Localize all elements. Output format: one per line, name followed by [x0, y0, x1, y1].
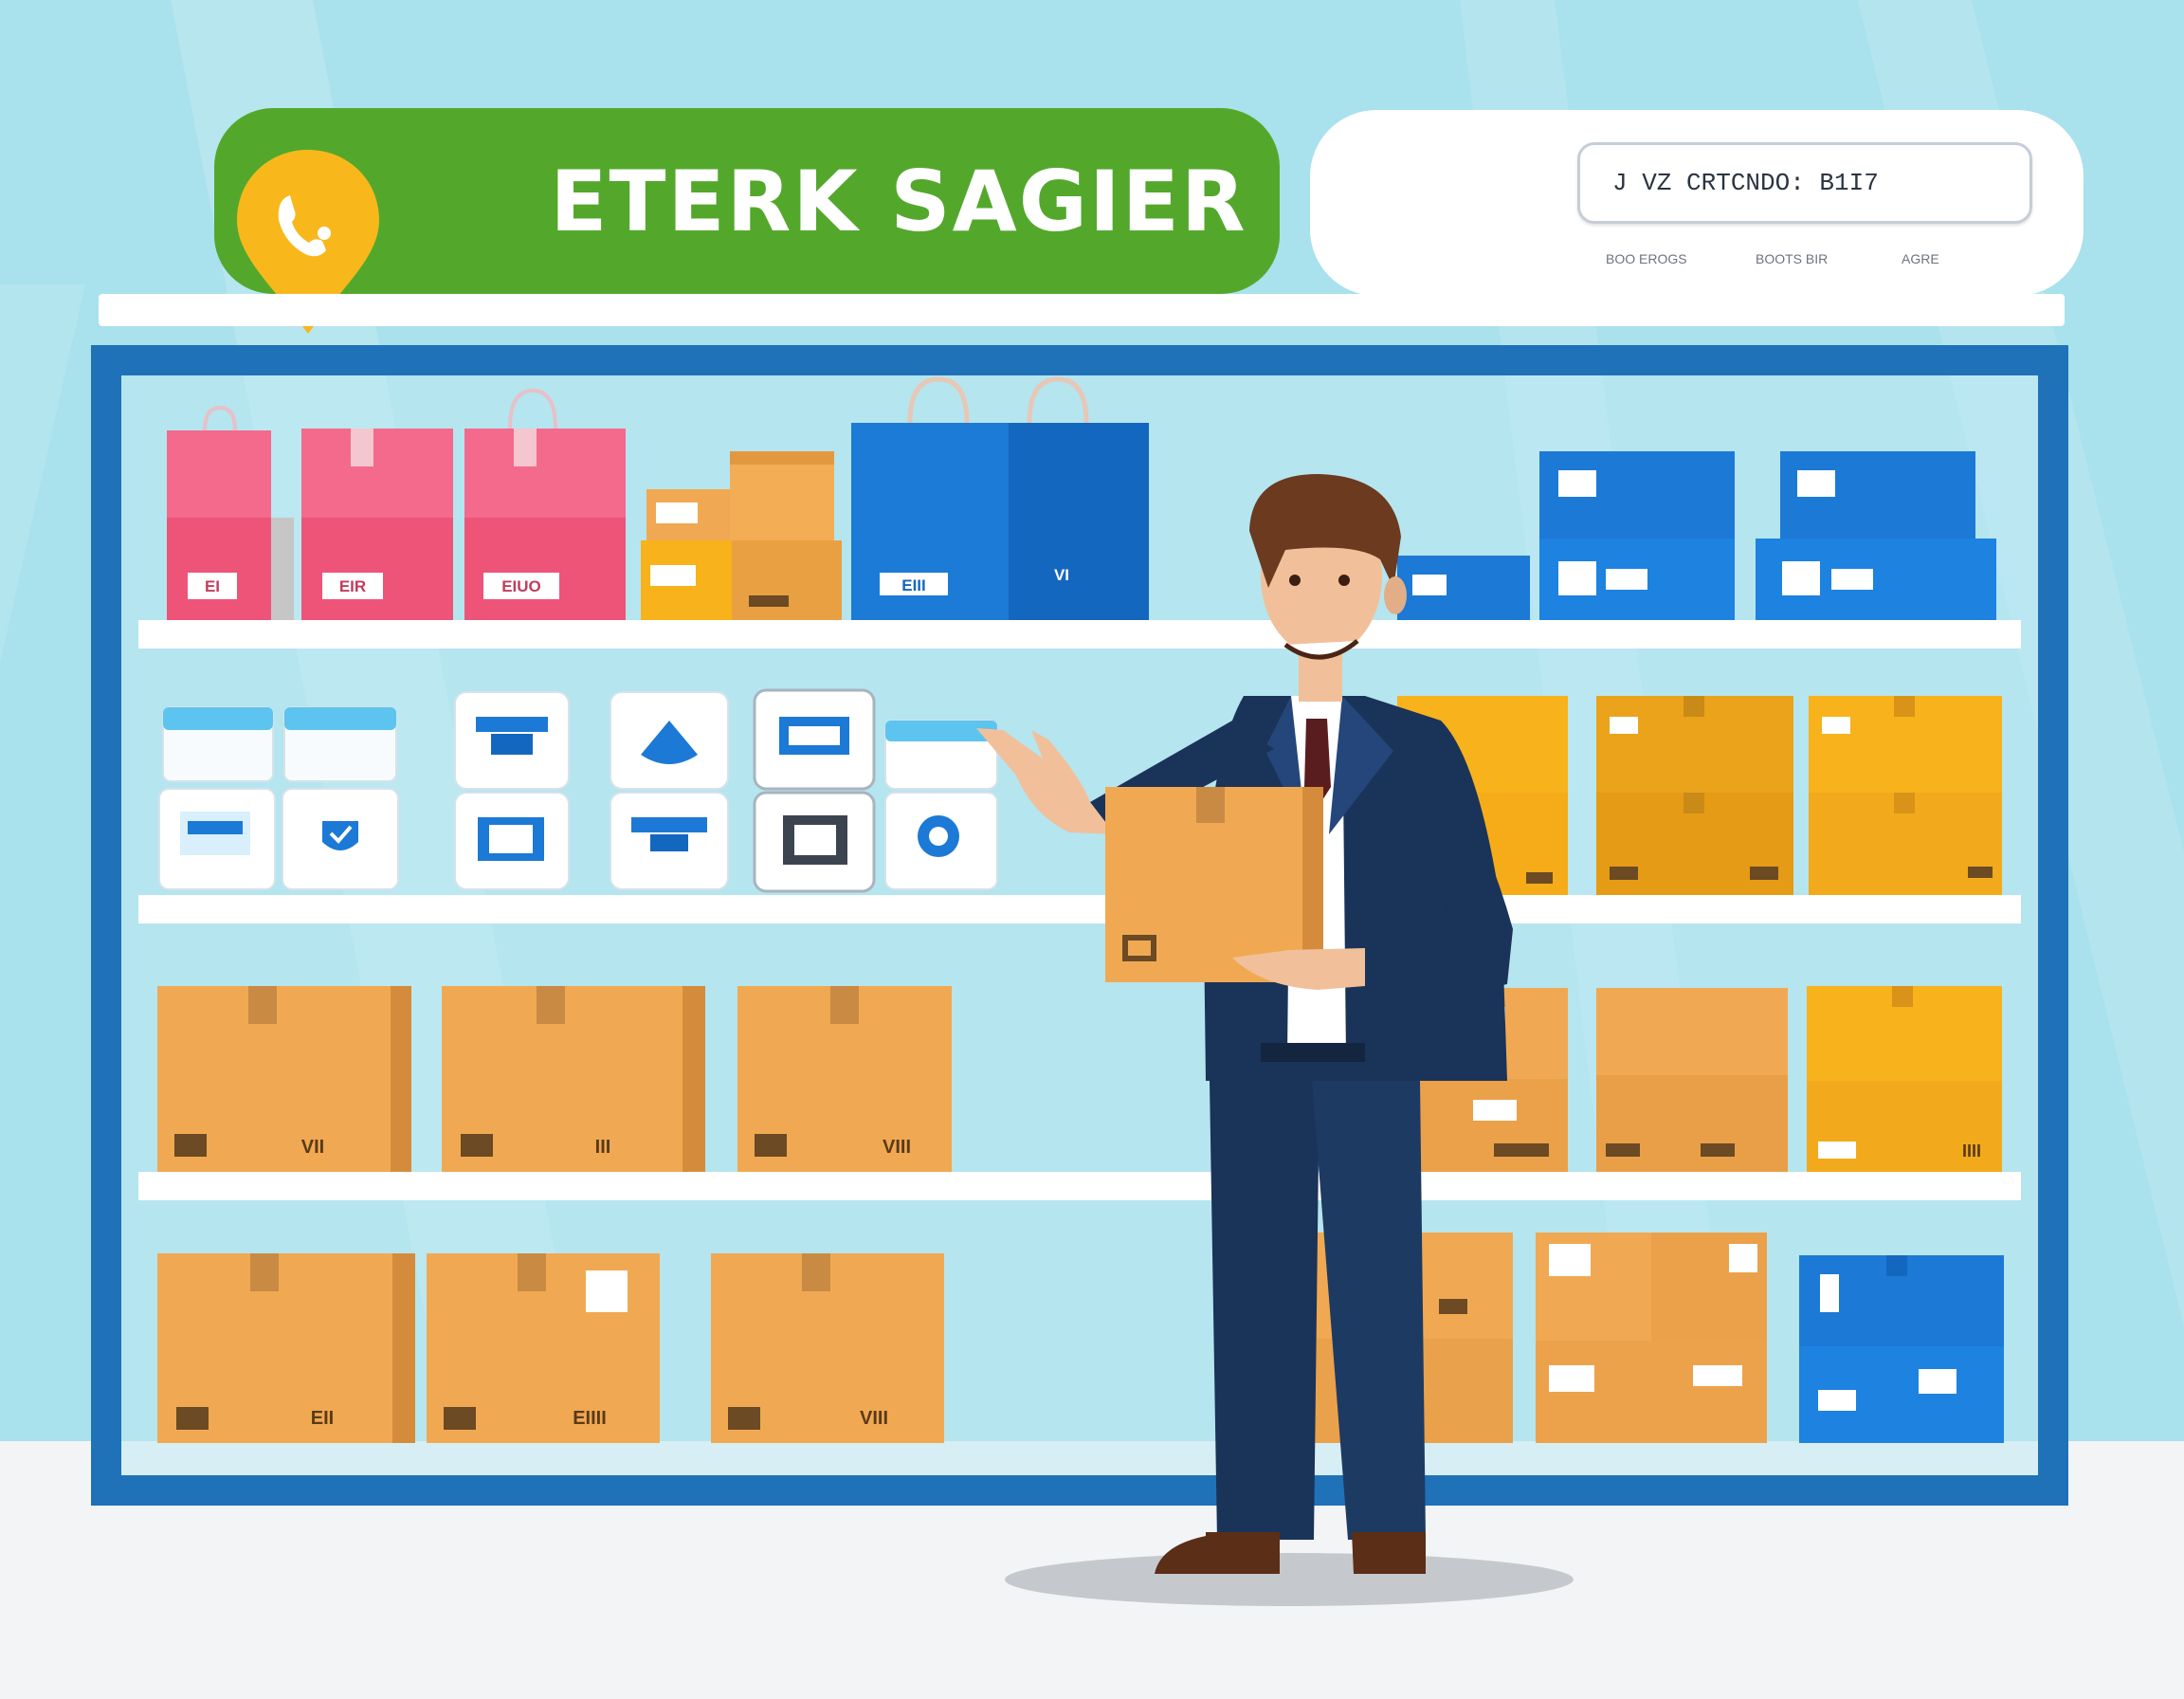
shopkeeper-figure: [976, 474, 1513, 1574]
